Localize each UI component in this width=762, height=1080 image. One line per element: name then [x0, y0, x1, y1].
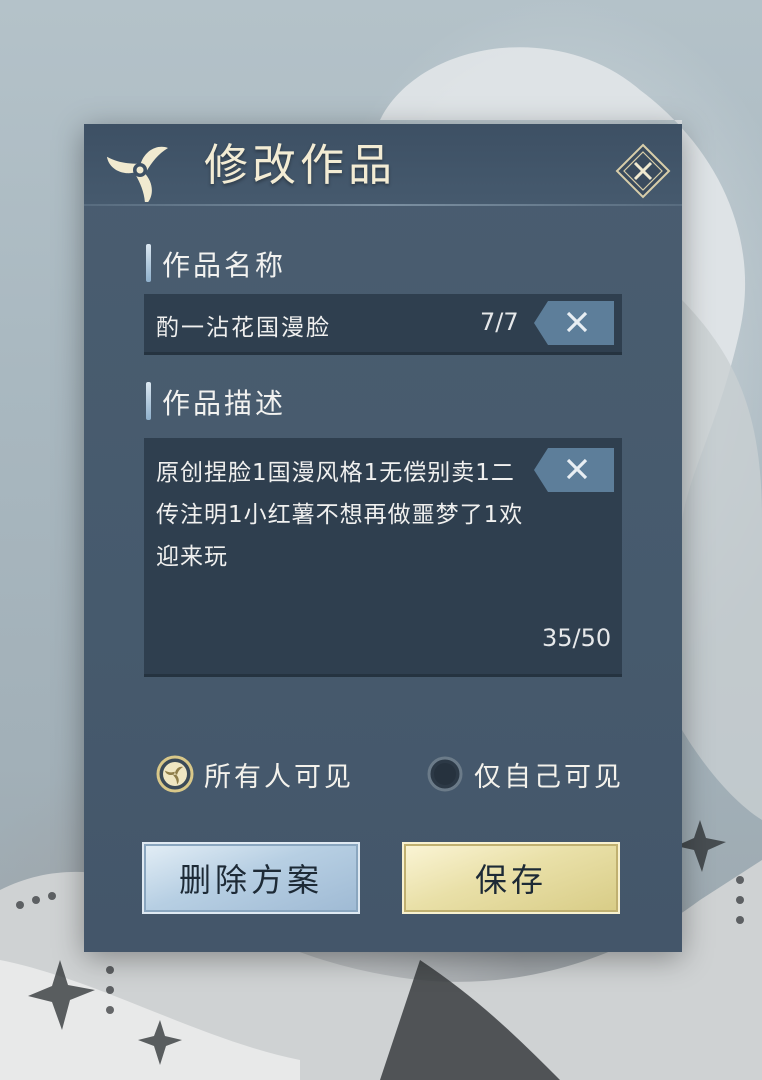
pinwheel-logo-icon: [106, 146, 168, 202]
visibility-private-label: 仅自己可见: [474, 761, 624, 793]
clear-name-icon[interactable]: [534, 301, 614, 345]
section-marker: [146, 244, 151, 282]
work-desc-textarea[interactable]: 原创捏脸1国漫风格1无偿别卖1二传注明1小红薯不想再做噩梦了1欢迎来玩 35/5…: [144, 438, 622, 677]
work-name-value: 酌一沾花国漫脸: [156, 315, 331, 341]
radio-selected-icon: [156, 755, 194, 793]
work-name-label: 作品名称: [162, 249, 287, 282]
clear-desc-icon[interactable]: [534, 448, 614, 492]
save-button[interactable]: 保存: [402, 842, 620, 914]
radio-unselected-icon: [427, 756, 463, 792]
visibility-private-radio[interactable]: 仅自己可见: [426, 752, 624, 796]
work-desc-value: 原创捏脸1国漫风格1无偿别卖1二传注明1小红薯不想再做噩梦了1欢迎来玩: [156, 460, 524, 570]
work-desc-counter: 35/50: [542, 624, 612, 652]
visibility-public-label: 所有人可见: [204, 761, 354, 793]
dialog-header: 修改作品: [84, 124, 682, 206]
dialog-title: 修改作品: [204, 140, 396, 191]
section-marker: [146, 382, 151, 420]
visibility-public-radio[interactable]: 所有人可见: [156, 752, 354, 796]
work-name-input[interactable]: 酌一沾花国漫脸 7/7: [144, 294, 622, 355]
header-divider: [84, 204, 682, 206]
delete-plan-button[interactable]: 删除方案: [142, 842, 360, 914]
work-name-counter: 7/7: [480, 308, 519, 336]
close-icon[interactable]: [614, 142, 672, 200]
edit-work-dialog: 修改作品 作品名称 酌一沾花国漫脸 7/7 作品描述 原创捏脸1国漫风格1无偿别…: [84, 124, 682, 952]
work-desc-label: 作品描述: [162, 387, 287, 420]
